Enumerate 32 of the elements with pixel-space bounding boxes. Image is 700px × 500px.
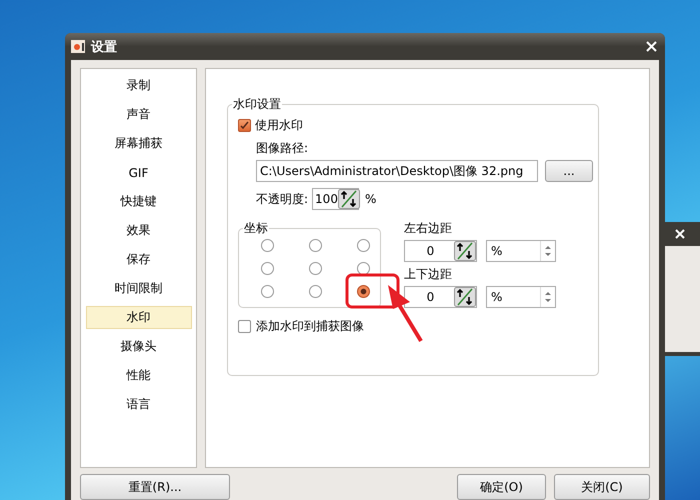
field-label: 左右边距 — [404, 220, 452, 237]
unit-label: % — [365, 192, 376, 206]
checkbox-label: 使用水印 — [255, 117, 303, 134]
path-field[interactable]: C:\Users\Administrator\Desktop\图像 32.png — [256, 160, 538, 182]
sidebar-item[interactable]: 快捷键 — [86, 190, 192, 213]
sidebar-item[interactable]: 性能 — [86, 364, 192, 387]
checkbox-label: 添加水印到捕获图像 — [256, 318, 364, 335]
window-title: 设置 — [91, 38, 118, 56]
browse-button[interactable]: ... — [545, 160, 593, 182]
sidebar-item[interactable]: 水印 — [86, 306, 192, 329]
ok-button[interactable]: 确定(O) — [457, 474, 546, 500]
close-button[interactable]: 关闭(C) — [554, 474, 650, 500]
sidebar-item[interactable]: 保存 — [86, 248, 192, 271]
field-label: 上下边距 — [404, 266, 452, 283]
opacity-field[interactable]: 100 — [312, 188, 360, 210]
unit-dropdown[interactable]: % — [486, 286, 556, 308]
group-title: 水印设置 — [232, 96, 282, 113]
sidebar-item[interactable]: 屏幕捕获 — [86, 132, 192, 155]
sidebar-item[interactable]: GIF — [86, 161, 192, 184]
sidebar-item[interactable]: 时间限制 — [86, 277, 192, 300]
group-title: 坐标 — [243, 220, 269, 237]
margin-field[interactable]: 0 — [404, 240, 477, 262]
reset-button[interactable]: 重置(R)... — [80, 474, 230, 500]
margin-field[interactable]: 0 — [404, 286, 477, 308]
unit-dropdown[interactable]: % — [486, 240, 556, 262]
sidebar-item[interactable]: 录制 — [86, 74, 192, 97]
sidebar-item[interactable]: 摄像头 — [86, 335, 192, 358]
sidebar-item[interactable]: 效果 — [86, 219, 192, 242]
field-label: 不透明度: — [256, 190, 308, 208]
sidebar-item[interactable]: 语言 — [86, 393, 192, 416]
field-label: 图像路径: — [256, 140, 308, 157]
sidebar-item[interactable]: 声音 — [86, 103, 192, 126]
